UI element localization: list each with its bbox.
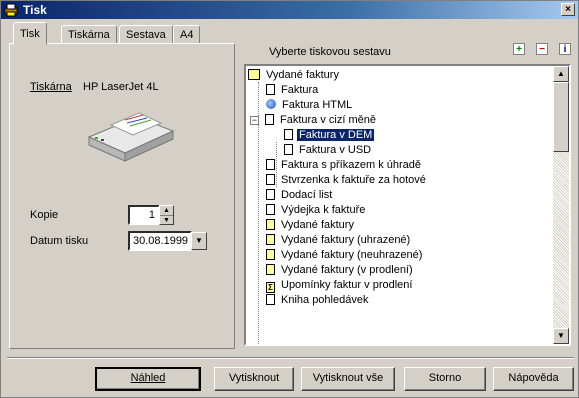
- print-button[interactable]: Vytisknout: [214, 367, 294, 391]
- print-date-label: Datum tisku: [30, 235, 89, 247]
- chevron-down-icon[interactable]: ▼: [191, 232, 207, 250]
- tab-a4[interactable]: A4: [173, 25, 201, 45]
- scroll-up-icon[interactable]: ▲: [553, 66, 569, 82]
- printer-label[interactable]: Tiskárna: [30, 81, 72, 93]
- document-icon: [284, 129, 293, 140]
- remove-report-icon[interactable]: −: [536, 43, 548, 55]
- sigma-document-icon: Σ: [266, 282, 275, 293]
- yellow-document-icon: [266, 219, 275, 230]
- tree-item[interactable]: Vydané faktury (neuhrazené): [266, 248, 424, 263]
- report-tree[interactable]: Vydané faktury Faktura Faktura HTML − Fak…: [244, 64, 571, 346]
- document-icon: [266, 84, 275, 95]
- spin-down-icon[interactable]: ▼: [160, 216, 173, 225]
- tab-tiskarna[interactable]: Tiskárna: [61, 25, 117, 45]
- collapse-icon: −: [250, 115, 259, 125]
- tree-item[interactable]: Vydané faktury (uhrazené): [266, 233, 412, 248]
- tree-item[interactable]: Vydané faktury: [266, 218, 356, 233]
- document-icon: [266, 174, 275, 185]
- help-button[interactable]: Nápověda: [493, 367, 574, 391]
- close-button[interactable]: ×: [561, 3, 575, 16]
- document-icon: [266, 159, 275, 170]
- tree-item[interactable]: Stvrzenka k faktuře za hotové: [266, 173, 428, 188]
- tree-scrollbar[interactable]: ▲ ▼: [553, 66, 569, 344]
- yellow-document-icon: [266, 234, 275, 245]
- html-icon: [266, 99, 276, 109]
- print-date-field[interactable]: 30.08.1999: [128, 231, 192, 251]
- tree-item-selected[interactable]: Faktura v DEM: [284, 128, 376, 143]
- cancel-button[interactable]: Storno: [404, 367, 486, 391]
- document-icon: [266, 294, 275, 305]
- scroll-down-icon[interactable]: ▼: [553, 328, 569, 344]
- tab-sestava[interactable]: Sestava: [119, 25, 173, 45]
- printer-illustration: [87, 112, 175, 162]
- separator: [7, 357, 574, 359]
- tree-item[interactable]: − Faktura v cizí měně: [250, 113, 378, 128]
- document-icon: [266, 189, 275, 200]
- tree-item[interactable]: Σ Upomínky faktur v prodlení: [266, 278, 414, 293]
- yellow-document-icon: [266, 249, 275, 260]
- tree-item[interactable]: Faktura HTML: [266, 98, 354, 113]
- tree-item[interactable]: Faktura s příkazem k úhradě: [266, 158, 423, 173]
- tree-item[interactable]: Faktura: [266, 83, 320, 98]
- window-title: Tisk: [23, 3, 47, 17]
- copies-label: Kopie: [30, 209, 59, 221]
- title-bar[interactable]: Tisk ×: [1, 1, 578, 19]
- spin-up-icon[interactable]: ▲: [160, 206, 173, 216]
- add-report-icon[interactable]: +: [513, 43, 525, 55]
- report-select-heading: Vyberte tiskovou sestavu: [269, 46, 391, 58]
- tree-item[interactable]: Kniha pohledávek: [266, 293, 370, 308]
- copies-stepper[interactable]: ▲ ▼: [159, 205, 174, 225]
- tree-item[interactable]: Vydané faktury (v prodlení): [266, 263, 415, 278]
- book-icon: [248, 69, 260, 80]
- printer-app-icon: [4, 3, 18, 17]
- document-icon: [265, 114, 274, 125]
- tree-item[interactable]: Výdejka k faktuře: [266, 203, 367, 218]
- tree-item[interactable]: Faktura v USD: [284, 143, 373, 158]
- tab-tisk[interactable]: Tisk: [13, 22, 47, 45]
- preview-button[interactable]: Náhled: [95, 367, 201, 391]
- tree-item-root[interactable]: Vydané faktury: [248, 68, 341, 83]
- print-dialog: Tisk × Tisk Tiskárna Sestava A4 Tiskárna…: [0, 0, 579, 398]
- copies-input[interactable]: 1: [128, 205, 160, 225]
- printer-name: HP LaserJet 4L: [83, 81, 159, 93]
- scroll-thumb[interactable]: [553, 82, 569, 152]
- print-all-button[interactable]: Vytisknout vše: [301, 367, 395, 391]
- yellow-document-icon: [266, 264, 275, 275]
- document-icon: [266, 204, 275, 215]
- info-icon[interactable]: i: [559, 43, 571, 55]
- document-icon: [284, 144, 293, 155]
- tree-item[interactable]: Dodací list: [266, 188, 334, 203]
